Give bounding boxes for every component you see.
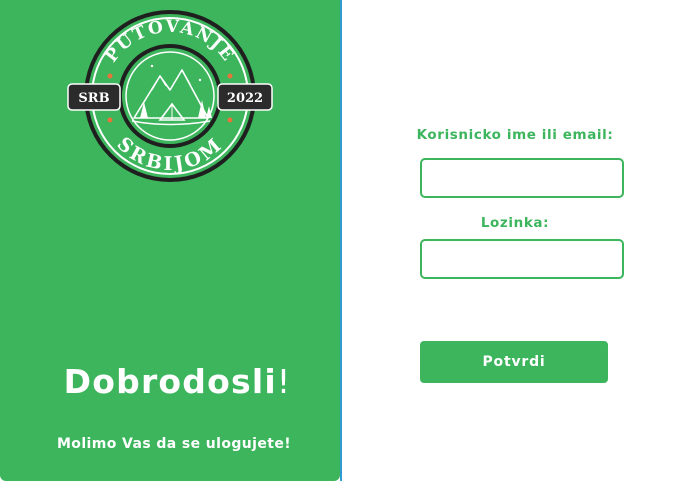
password-label: Lozinka:	[480, 215, 550, 231]
welcome-heading-text: Dobrodosli	[63, 362, 277, 401]
welcome-subtitle: Molimo Vas da se ulogujete!	[56, 436, 292, 452]
login-page: PUTOVANJE SRBIJOM SRB 2022 Dobrodosli! M…	[0, 0, 681, 481]
year-badge: 2022	[217, 83, 273, 111]
welcome-heading-exclamation: !	[276, 362, 292, 401]
username-input[interactable]	[420, 158, 624, 198]
srb-badge: SRB	[67, 83, 121, 111]
submit-button[interactable]: Potvrdi	[420, 341, 608, 383]
username-label: Korisnicko ime ili email:	[416, 127, 614, 143]
welcome-heading: Dobrodosli!	[0, 362, 355, 401]
svg-text:2022: 2022	[227, 91, 263, 106]
svg-text:SRB: SRB	[78, 91, 109, 106]
welcome-panel: PUTOVANJE SRBIJOM SRB 2022 Dobrodosli! M…	[0, 0, 340, 481]
putovanje-srbijom-logo: PUTOVANJE SRBIJOM SRB 2022	[67, 10, 273, 182]
password-input[interactable]	[420, 239, 624, 279]
